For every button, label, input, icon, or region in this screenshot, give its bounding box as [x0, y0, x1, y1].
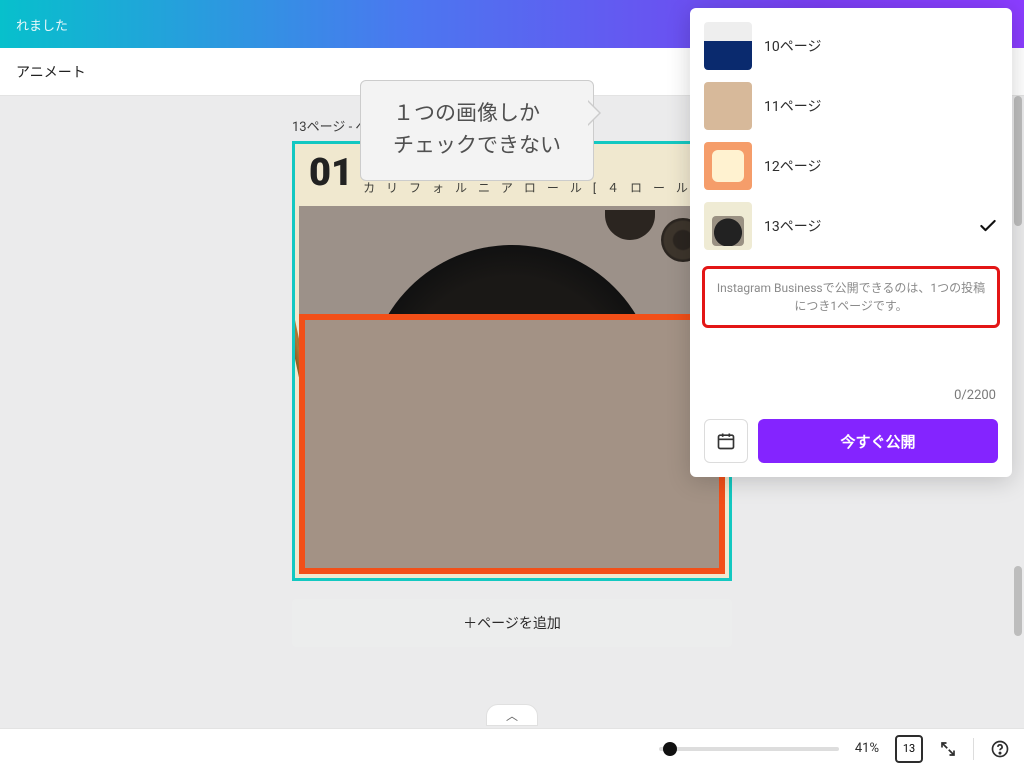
page-thumbnail	[704, 22, 752, 70]
divider	[973, 738, 974, 760]
scrollbar[interactable]	[1014, 96, 1022, 724]
page-select-item[interactable]: 11ページ	[690, 76, 1012, 136]
chevron-up-icon: ︿	[506, 707, 518, 724]
page-item-label: 10ページ	[764, 36, 966, 56]
design-number: 01	[309, 154, 353, 192]
add-page-button[interactable]: ＋ページを追加	[292, 599, 732, 647]
page-thumbnail	[704, 142, 752, 190]
page-select-item[interactable]: 10ページ	[690, 16, 1012, 76]
fullscreen-button[interactable]	[939, 740, 957, 758]
schedule-button[interactable]	[704, 419, 748, 463]
saved-status: れました	[16, 15, 68, 34]
help-button[interactable]	[990, 739, 1010, 759]
page-item-label: 12ページ	[764, 156, 966, 176]
publish-now-button[interactable]: 今すぐ公開	[758, 419, 998, 463]
design-canvas[interactable]: 01 お 持 ち カ リ フ ォ ル ニ ア ロ ー ル [ ４ ロ ー ル ]	[292, 141, 732, 581]
grid-page-number: 13	[903, 742, 915, 755]
warning-message: Instagram Businessで公開できるのは、1つの投稿につき1ページで…	[702, 266, 1000, 328]
grid-view-button[interactable]: 13	[895, 735, 923, 763]
zoom-value: 41%	[855, 741, 879, 756]
publish-panel: 10ページ 11ページ 12ページ 13ページ Instagram Busine…	[690, 8, 1012, 477]
page-thumbnail	[704, 202, 752, 250]
calendar-icon	[716, 431, 736, 451]
page-select-item[interactable]: 13ページ	[690, 196, 1012, 256]
bottom-bar: 41% 13	[0, 728, 1024, 768]
animate-button[interactable]: アニメート	[16, 62, 86, 82]
page-item-label: 13ページ	[764, 216, 966, 236]
design-photo-frame	[299, 314, 725, 574]
design-title-2: カ リ フ ォ ル ニ ア ロ ー ル [ ４ ロ ー ル ]	[363, 179, 706, 196]
zoom-slider[interactable]	[659, 747, 839, 751]
page-select-item[interactable]: 12ページ	[690, 136, 1012, 196]
expand-pages-handle[interactable]: ︿	[486, 704, 538, 726]
check-icon	[978, 216, 998, 236]
caption-char-counter: 0/2200	[690, 328, 1012, 409]
page-thumbnail	[704, 82, 752, 130]
page-item-label: 11ページ	[764, 96, 966, 116]
annotation-bubble: １つの画像しか チェックできない	[360, 80, 594, 181]
